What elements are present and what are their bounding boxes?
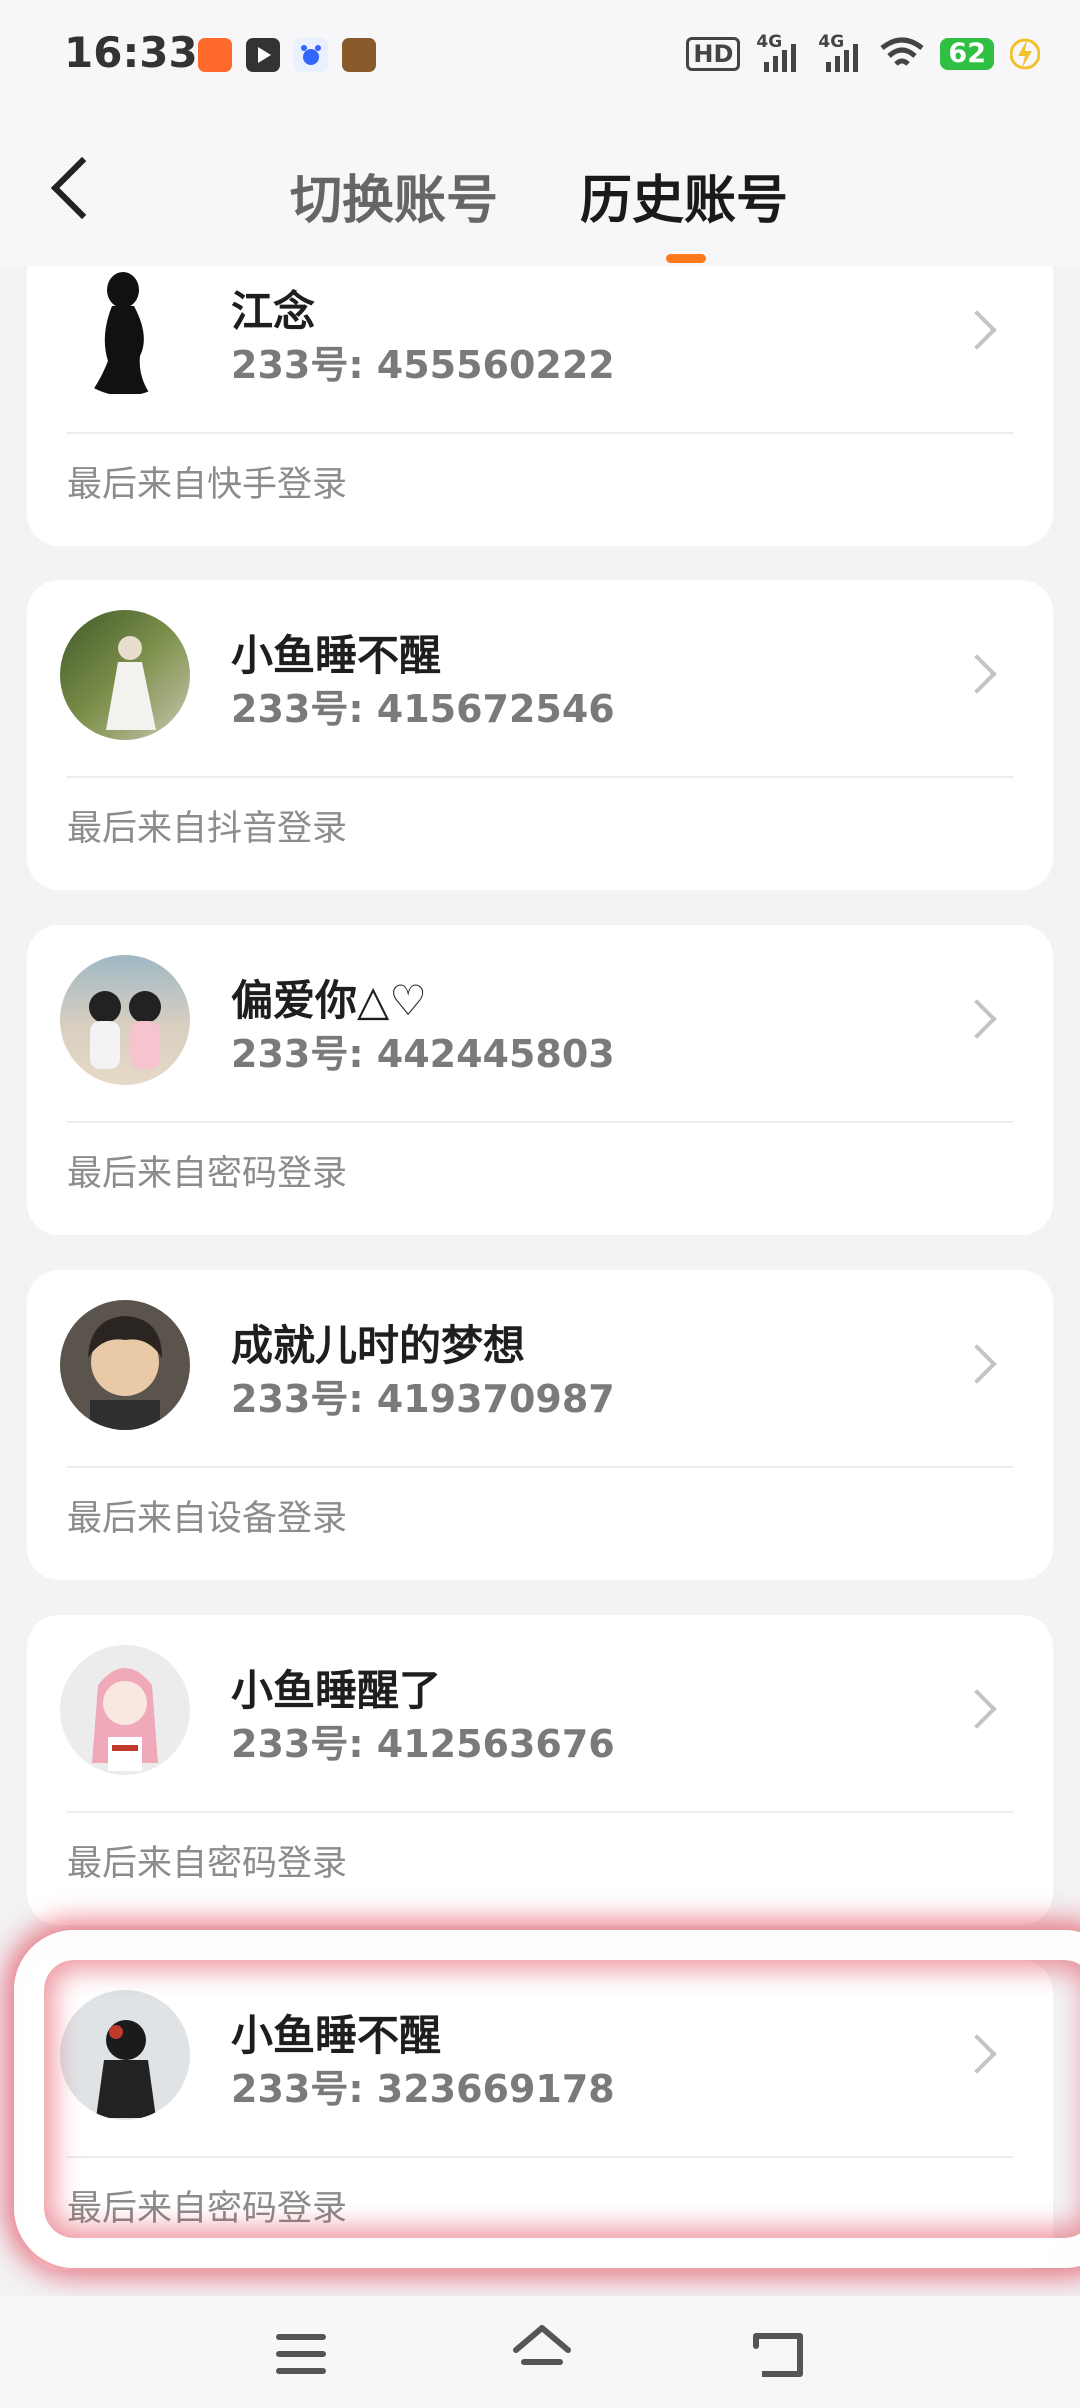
- account-card[interactable]: 成就儿时的梦想 233号: 419370987 最后来自设备登录: [27, 1270, 1053, 1580]
- hd-voice-icon: HD: [686, 37, 741, 71]
- charging-icon: [1010, 38, 1040, 70]
- account-name: 偏爱你△♡: [231, 976, 427, 1025]
- wifi-icon: [880, 37, 924, 66]
- account-card[interactable]: 江念 233号: 455560222 最后来自快手登录: [27, 266, 1053, 546]
- account-name: 小鱼睡不醒: [231, 631, 442, 680]
- kuaishou-app-icon: [198, 38, 232, 72]
- login-source: 最后来自快手登录: [67, 465, 348, 505]
- chevron-right-icon: [957, 310, 997, 350]
- account-card[interactable]: 偏爱你△♡ 233号: 442445803 最后来自密码登录: [27, 925, 1053, 1235]
- divider: [67, 1121, 1013, 1123]
- account-card[interactable]: 小鱼睡不醒 233号: 415672546 最后来自抖音登录: [27, 580, 1053, 890]
- screen: 16:33 HD 4G 4G 62 切换账号 历史账号 江念 233号: 455…: [0, 0, 1080, 2408]
- baidu-app-icon: [294, 38, 328, 72]
- status-icons: HD 4G 4G 62: [686, 30, 1040, 78]
- signal-icon-2: 4G: [818, 32, 864, 74]
- back-arrow-icon[interactable]: [50, 156, 114, 220]
- account-id: 233号: 419370987: [231, 1377, 615, 1421]
- tab-history-account[interactable]: 历史账号: [580, 158, 788, 233]
- login-source: 最后来自设备登录: [67, 1499, 348, 1539]
- account-id: 233号: 455560222: [231, 343, 615, 387]
- chevron-right-icon: [957, 999, 997, 1039]
- top-header: 切换账号 历史账号: [0, 108, 1080, 266]
- active-tab-indicator: [666, 254, 706, 263]
- bride-photo-avatar: [60, 610, 190, 740]
- two-girls-photo-avatar: [60, 955, 190, 1085]
- status-bar: 16:33 HD 4G 4G 62: [0, 0, 1080, 108]
- account-card-highlighted[interactable]: 小鱼睡不醒 233号: 323669178 最后来自密码登录: [27, 1960, 1053, 2270]
- anime-pink-hair-girl-avatar: [60, 1645, 190, 1775]
- login-source: 最后来自抖音登录: [67, 809, 348, 849]
- divider: [67, 1466, 1013, 1468]
- login-source: 最后来自密码登录: [67, 2189, 348, 2229]
- back-icon[interactable]: [752, 2330, 808, 2380]
- account-name: 江念: [231, 287, 316, 336]
- video-app-icon: [246, 38, 280, 72]
- tab-switch-account[interactable]: 切换账号: [290, 158, 498, 233]
- chevron-right-icon: [957, 2034, 997, 2074]
- anime-boy-avatar: [60, 1300, 190, 1430]
- divider: [67, 776, 1013, 778]
- divider: [67, 2156, 1013, 2158]
- account-id: 233号: 442445803: [231, 1032, 615, 1076]
- account-id: 233号: 415672546: [231, 687, 615, 731]
- divider: [67, 1811, 1013, 1813]
- game-app-icon: [342, 38, 376, 72]
- home-icon[interactable]: [510, 2318, 574, 2382]
- divider: [67, 432, 1013, 434]
- chevron-right-icon: [957, 1689, 997, 1729]
- login-source: 最后来自密码登录: [67, 1154, 348, 1194]
- account-id: 233号: 412563676: [231, 1722, 615, 1766]
- account-name: 小鱼睡不醒: [231, 2011, 442, 2060]
- login-source: 最后来自密码登录: [67, 1844, 348, 1884]
- chevron-right-icon: [957, 1344, 997, 1384]
- system-nav-bar: [0, 2296, 1080, 2408]
- status-time: 16:33: [64, 28, 198, 77]
- menu-icon[interactable]: [276, 2334, 326, 2374]
- chevron-right-icon: [957, 654, 997, 694]
- account-name: 小鱼睡醒了: [231, 1666, 442, 1715]
- silhouette-avatar: [60, 266, 190, 396]
- battery-level: 62: [940, 38, 994, 70]
- account-card[interactable]: 小鱼睡醒了 233号: 412563676 最后来自密码登录: [27, 1615, 1053, 1925]
- account-name: 成就儿时的梦想: [231, 1321, 526, 1370]
- anime-dark-figure-avatar: [60, 1990, 190, 2120]
- signal-icon: 4G: [756, 32, 802, 74]
- account-id: 233号: 323669178: [231, 2067, 615, 2111]
- history-account-list: 江念 233号: 455560222 最后来自快手登录 小鱼睡不醒 233号: …: [0, 266, 1080, 2296]
